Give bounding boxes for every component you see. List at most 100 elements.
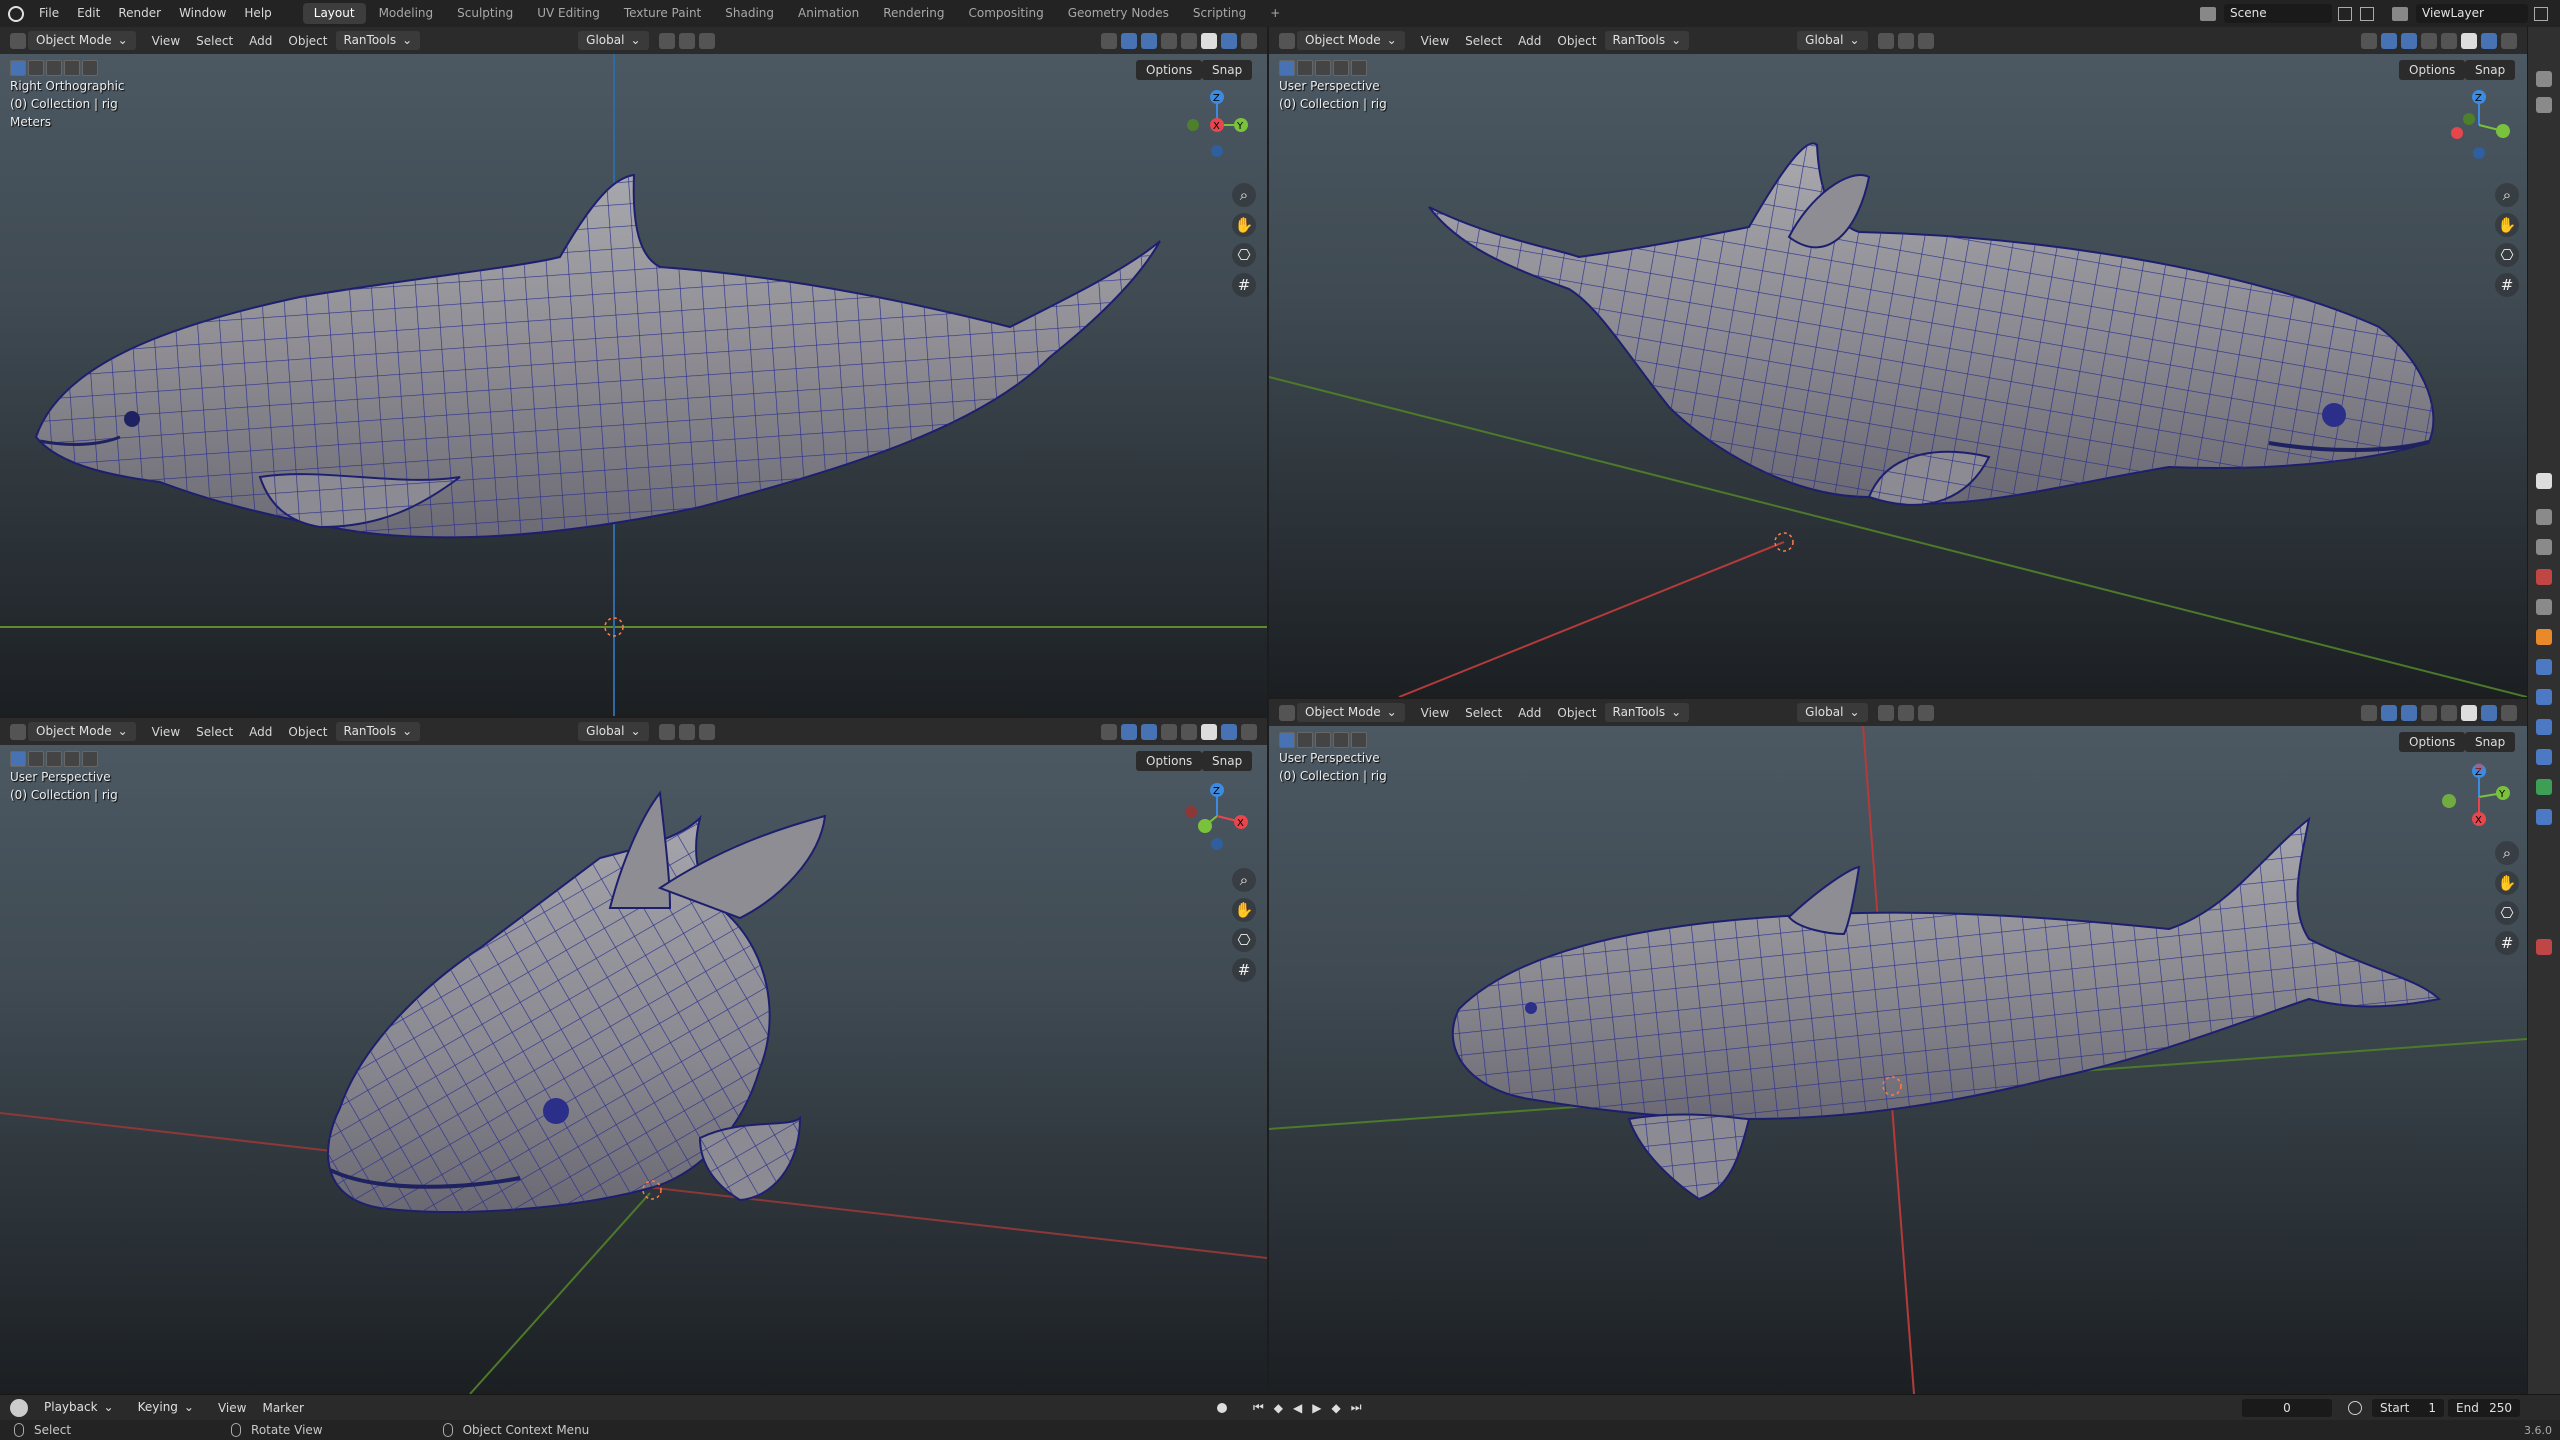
tab-layout[interactable]: Layout: [302, 3, 366, 24]
camera-icon[interactable]: ⎔: [2495, 243, 2519, 267]
snap-button[interactable]: Snap: [2465, 732, 2516, 752]
pivot-icon[interactable]: [1877, 704, 1894, 721]
zoom-icon[interactable]: ⌕: [1232, 868, 1256, 892]
overlay-toggle-icon[interactable]: [1141, 32, 1157, 49]
particles-tab-icon[interactable]: [2536, 689, 2552, 705]
xray-icon[interactable]: [1161, 723, 1177, 740]
output-tab-icon[interactable]: [2536, 473, 2552, 489]
navigation-gizmo[interactable]: Z Y X: [1177, 85, 1257, 165]
visibility-icon[interactable]: [1101, 32, 1117, 49]
tool-tab-icon[interactable]: [2536, 71, 2552, 87]
tab-modeling[interactable]: Modeling: [368, 3, 445, 24]
grid-icon[interactable]: #: [1232, 958, 1256, 982]
data-tab-icon[interactable]: [2536, 779, 2552, 795]
scene-icon[interactable]: [2200, 6, 2216, 21]
solid-shading-icon[interactable]: [2461, 704, 2477, 721]
navigation-gizmo[interactable]: Z: [2439, 85, 2519, 165]
tab-compositing[interactable]: Compositing: [957, 3, 1054, 24]
mode-dropdown[interactable]: Object Mode ⌄: [1297, 703, 1405, 722]
pan-hand-icon[interactable]: ✋: [1232, 213, 1256, 237]
editor-type-icon[interactable]: [1279, 32, 1295, 49]
navigation-gizmo[interactable]: Z X: [1177, 776, 1257, 856]
snap-icon[interactable]: [1897, 32, 1914, 49]
snap-button[interactable]: Snap: [1202, 60, 1253, 80]
overlay-toggle-icon[interactable]: [2401, 704, 2417, 721]
overlay-toggle-icon[interactable]: [2401, 32, 2417, 49]
options-button[interactable]: Options: [1136, 751, 1203, 771]
select-invert-icon[interactable]: [1333, 732, 1349, 748]
world-tab-icon[interactable]: [2536, 569, 2552, 585]
select-menu[interactable]: Select: [1457, 34, 1510, 48]
select-extend-icon[interactable]: [28, 751, 44, 767]
timeline-view-menu[interactable]: View: [210, 1401, 254, 1415]
editor-type-icon[interactable]: [10, 723, 26, 740]
options-button[interactable]: Options: [1136, 60, 1203, 80]
select-new-icon[interactable]: [10, 60, 26, 76]
constraints-tab-icon[interactable]: [2536, 749, 2552, 765]
proportional-edit-icon[interactable]: [1917, 704, 1934, 721]
snap-icon[interactable]: [678, 32, 695, 49]
xray-icon[interactable]: [2421, 32, 2437, 49]
material-tab-icon[interactable]: [2536, 809, 2552, 825]
view-layer-icon[interactable]: [2392, 6, 2408, 21]
pan-hand-icon[interactable]: ✋: [1232, 898, 1256, 922]
scene-tab-icon[interactable]: [2536, 539, 2552, 555]
solid-shading-icon[interactable]: [2461, 32, 2477, 49]
menu-file[interactable]: File: [30, 0, 68, 27]
pan-hand-icon[interactable]: ✋: [2495, 213, 2519, 237]
whale-mesh[interactable]: [1428, 142, 2435, 506]
editor-type-icon[interactable]: [10, 1398, 28, 1417]
pivot-icon[interactable]: [1877, 32, 1894, 49]
pivot-icon[interactable]: [658, 723, 675, 740]
view-layer-tab-icon[interactable]: [2536, 509, 2552, 525]
add-menu[interactable]: Add: [1510, 34, 1549, 48]
new-view-layer-icon[interactable]: [2534, 6, 2548, 21]
playback-menu[interactable]: Playback ⌄: [36, 1398, 122, 1417]
tab-scripting[interactable]: Scripting: [1182, 3, 1257, 24]
pivot-icon[interactable]: [658, 32, 675, 49]
texture-tab-icon[interactable]: [2536, 939, 2552, 955]
camera-icon[interactable]: ⎔: [1232, 928, 1256, 952]
rantools-menu[interactable]: RanTools ⌄: [1604, 31, 1690, 50]
scene-field[interactable]: Scene: [2224, 4, 2332, 23]
select-new-icon[interactable]: [1279, 60, 1295, 76]
delete-scene-icon[interactable]: [2360, 6, 2374, 21]
view-menu[interactable]: View: [144, 725, 188, 739]
select-extend-icon[interactable]: [1297, 60, 1313, 76]
menu-window[interactable]: Window: [170, 0, 235, 27]
tab-texture-paint[interactable]: Texture Paint: [613, 3, 712, 24]
select-extend-icon[interactable]: [28, 60, 44, 76]
modifier-tab-icon[interactable]: [2536, 659, 2552, 675]
play-icon[interactable]: ▶: [1312, 1401, 1321, 1415]
wireframe-shading-icon[interactable]: [1181, 723, 1197, 740]
view-menu[interactable]: View: [144, 34, 188, 48]
jump-keyframe-back-icon[interactable]: ◆: [1274, 1401, 1283, 1415]
tab-animation[interactable]: Animation: [787, 3, 870, 24]
object-menu[interactable]: Object: [1549, 706, 1604, 720]
add-menu[interactable]: Add: [241, 34, 280, 48]
proportional-edit-icon[interactable]: [698, 32, 715, 49]
record-icon[interactable]: [1216, 1402, 1227, 1413]
play-reverse-icon[interactable]: ◀: [1293, 1401, 1302, 1415]
end-frame-field[interactable]: End 250: [2448, 1398, 2520, 1417]
add-menu[interactable]: Add: [241, 725, 280, 739]
viewport-top-left[interactable]: Object Mode ⌄ View Select Add Object RanT…: [0, 27, 1267, 716]
pan-hand-icon[interactable]: ✋: [2495, 871, 2519, 895]
tab-shading[interactable]: Shading: [714, 3, 785, 24]
snap-icon[interactable]: [1897, 704, 1914, 721]
select-intersect-icon[interactable]: [1351, 60, 1367, 76]
rendered-shading-icon[interactable]: [2501, 32, 2517, 49]
options-button[interactable]: Options: [2399, 732, 2466, 752]
editor-type-icon[interactable]: [10, 32, 26, 49]
gizmo-toggle-icon[interactable]: [1121, 32, 1137, 49]
select-extend-icon[interactable]: [1297, 732, 1313, 748]
select-subtract-icon[interactable]: [1315, 732, 1331, 748]
render-tab-icon[interactable]: [2536, 97, 2552, 113]
marker-menu[interactable]: Marker: [254, 1401, 311, 1415]
orientation-dropdown[interactable]: Global ⌄: [1797, 31, 1868, 50]
select-intersect-icon[interactable]: [82, 60, 98, 76]
current-frame-field[interactable]: 0: [2242, 1398, 2332, 1417]
viewport-bottom-right[interactable]: Object Mode ⌄ View Select Add Object RanT…: [1269, 699, 2527, 1394]
view-menu[interactable]: View: [1413, 706, 1457, 720]
zoom-icon[interactable]: ⌕: [2495, 841, 2519, 865]
